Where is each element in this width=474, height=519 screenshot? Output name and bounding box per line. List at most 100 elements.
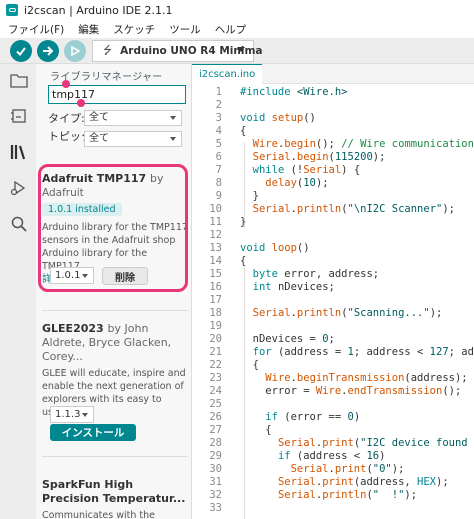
code-line: byte error, address;: [252, 268, 380, 280]
code-line: int nDevices;: [252, 281, 335, 293]
code-line: while (!Serial) {: [252, 164, 361, 176]
line-number-gutter: 1 2 3 4 5 6 7 8 9 10 11 12 13 14 15 16 17 18 19 20 21 22 23 24 2…: [192, 84, 224, 519]
code-line: Serial.begin(115200);: [252, 151, 386, 163]
line-number: 16: [209, 281, 222, 293]
line-number: 7: [215, 164, 222, 176]
code-line: nDevices = 0;: [240, 333, 335, 345]
code-line: Serial.print("I2C device found: [277, 437, 468, 449]
version-select[interactable]: 1.1.3: [50, 406, 94, 423]
activity-bar: [0, 64, 36, 519]
line-number: 4: [215, 125, 222, 137]
library-description: Communicates with the TMP117: [42, 510, 155, 519]
code-line: {: [240, 359, 259, 371]
debug-play-icon: [10, 180, 26, 196]
library-search-input[interactable]: tmp117: [48, 85, 186, 104]
library-icon: [10, 145, 26, 160]
debug-panel-button[interactable]: [9, 178, 29, 198]
chevron-down-icon: [237, 47, 245, 52]
line-number: 6: [215, 151, 222, 163]
folder-icon: [10, 74, 28, 88]
code-line: {: [240, 255, 247, 267]
line-number: 28: [209, 437, 222, 449]
arduino-logo-icon: [6, 4, 18, 16]
line-number: 21: [209, 346, 222, 358]
code-line: {: [240, 125, 247, 137]
debug-icon: [71, 45, 81, 57]
verify-button[interactable]: [10, 40, 32, 62]
code-line: Serial.println("\nI2C Scanner");: [252, 203, 455, 215]
editor-tab-bar: i2cscan.ino: [192, 64, 474, 84]
line-number: 25: [209, 398, 222, 410]
library-manager-button[interactable]: [9, 142, 29, 162]
code-line: Serial.print("0");: [290, 463, 405, 475]
line-number: 26: [209, 411, 222, 423]
code-line: delay(10);: [265, 177, 329, 189]
usb-icon: ⭍: [103, 43, 113, 57]
line-number: 10: [209, 203, 222, 215]
line-number: 1: [215, 86, 222, 98]
code-line: Serial.println(" !");: [277, 489, 418, 501]
line-number: 24: [209, 385, 222, 397]
library-name: GLEE2023: [42, 322, 104, 335]
line-number: 14: [209, 255, 222, 267]
line-number: 9: [215, 190, 222, 202]
menu-tools[interactable]: ツール: [169, 22, 201, 37]
line-number: 8: [215, 177, 222, 189]
menu-sketch[interactable]: スケッチ: [113, 22, 155, 37]
library-card-sparkfun-tmp117: SparkFun High Precision Temperatur... Co…: [42, 478, 188, 519]
code-line: {: [240, 424, 272, 436]
code-editor[interactable]: 1 2 3 4 5 6 7 8 9 10 11 12 13 14 15 16 17 18 19 20 21 22 23 24 2…: [192, 84, 474, 519]
menu-file[interactable]: ファイル(F): [8, 22, 64, 37]
code-line: Serial.println("Scanning...");: [252, 307, 443, 319]
line-number: 11: [209, 216, 222, 228]
code-line: error = Wire.endTransmission();: [240, 385, 462, 397]
line-number: 18: [209, 307, 222, 319]
annotation-pin: [77, 99, 85, 107]
code-line: Serial.print(address, HEX);: [277, 476, 449, 488]
check-icon: [16, 47, 26, 57]
toolbar: ⭍ Arduino UNO R4 Minima: [0, 38, 474, 64]
line-number: 30: [209, 463, 222, 475]
line-number: 12: [209, 229, 222, 241]
code-line: }: [240, 190, 259, 202]
line-number: 32: [209, 489, 222, 501]
install-button[interactable]: インストール: [50, 424, 136, 441]
board-icon: [11, 109, 26, 123]
divider: [42, 310, 188, 311]
tab-i2cscan[interactable]: i2cscan.ino: [192, 64, 263, 84]
menu-edit[interactable]: 編集: [78, 22, 99, 37]
boards-manager-button[interactable]: [9, 106, 29, 126]
line-number: 13: [209, 242, 222, 254]
title-bar: i2cscan | Arduino IDE 2.1.1: [0, 0, 474, 20]
menu-help[interactable]: ヘルプ: [215, 22, 247, 37]
library-card-glee2023: GLEE2023 by John Aldrete, Bryce Glacken,…: [42, 322, 188, 419]
debug-button[interactable]: [64, 40, 86, 62]
annotation-pin: [62, 80, 70, 88]
line-number: 17: [209, 294, 222, 306]
line-number: 33: [209, 502, 222, 514]
line-number: 19: [209, 320, 222, 332]
highlight-box: [38, 164, 188, 292]
menu-bar: ファイル(F) 編集 スケッチ ツール ヘルプ: [0, 20, 474, 38]
code-line: if (error == 0): [265, 411, 361, 423]
line-number: 15: [209, 268, 222, 280]
code-line: void loop(): [240, 242, 310, 254]
line-number: 5: [215, 138, 222, 150]
upload-button[interactable]: [37, 40, 59, 62]
search-button[interactable]: [9, 214, 29, 234]
board-selector[interactable]: ⭍ Arduino UNO R4 Minima: [92, 40, 263, 62]
type-filter-label: タイプ:: [48, 112, 85, 125]
line-number: 23: [209, 372, 222, 384]
sketchbook-button[interactable]: [9, 70, 29, 90]
code-line: void setup(): [240, 112, 316, 124]
line-number: 20: [209, 333, 222, 345]
code-line: for (address = 1; address < 127; address…: [252, 346, 474, 358]
arrow-right-icon: [43, 46, 54, 56]
topic-filter-select[interactable]: 全て: [84, 131, 182, 147]
code-line: #include <Wire.h>: [240, 86, 348, 98]
code-line: }: [240, 216, 247, 228]
code-line: if (address < 16): [277, 450, 386, 462]
type-filter-select[interactable]: 全て: [84, 110, 182, 126]
divider: [42, 456, 188, 457]
code-line: Wire.beginTransmission(address);: [265, 372, 468, 384]
